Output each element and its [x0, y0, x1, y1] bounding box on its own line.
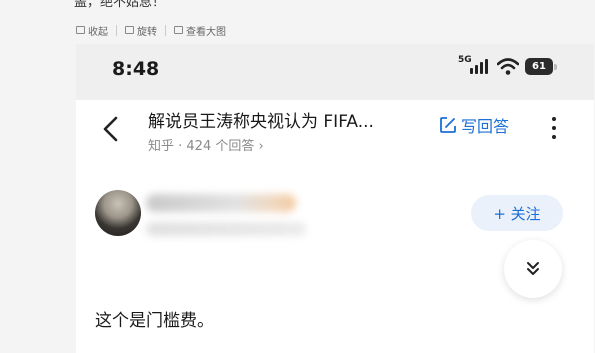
- collapse-icon: [76, 26, 85, 34]
- question-meta[interactable]: 知乎 · 424 个回答 ›: [148, 135, 264, 154]
- toolbar-divider: [165, 24, 166, 36]
- question-title[interactable]: 解说员王涛称央视认为 FIFA...: [148, 107, 374, 132]
- blurred-author-bio: [146, 222, 306, 236]
- collapse-label: 收起: [88, 26, 108, 38]
- image-icon: [174, 26, 183, 34]
- answer-text: 这个是门槛费。: [95, 311, 214, 331]
- follow-button[interactable]: + 关注: [471, 195, 563, 231]
- expand-button[interactable]: [504, 240, 562, 298]
- image-toolbar: 收起 旋转 查看大图: [76, 22, 226, 38]
- write-answer-label: 写回答: [461, 117, 510, 136]
- collapse-button[interactable]: 收起: [76, 23, 108, 38]
- rotate-button[interactable]: 旋转: [125, 23, 157, 38]
- battery-indicator: 61: [525, 58, 557, 75]
- rotate-label: 旋转: [137, 26, 157, 38]
- rotate-icon: [125, 26, 134, 34]
- chevron-double-down-icon: [527, 262, 539, 275]
- avatar[interactable]: [95, 190, 141, 236]
- article-text-fragment: 盖，绝不姑息！: [74, 0, 166, 10]
- wifi-icon: [497, 58, 519, 75]
- write-answer-button[interactable]: 写回答: [439, 113, 509, 137]
- view-large-button[interactable]: 查看大图: [174, 23, 226, 38]
- toolbar-divider: [116, 24, 117, 36]
- question-header: 解说员王涛称央视认为 FIFA... 知乎 · 424 个回答 › 写回答: [76, 100, 594, 164]
- blurred-author-name: [146, 194, 296, 212]
- status-time: 8:48: [112, 58, 160, 80]
- more-icon[interactable]: [550, 116, 558, 140]
- view-large-label: 查看大图: [186, 26, 226, 38]
- signal-icon: [470, 58, 490, 74]
- status-bar: 8:48 5G 61: [76, 44, 594, 100]
- edit-icon: [440, 117, 456, 133]
- back-arrow-icon[interactable]: [98, 114, 124, 144]
- phone-screenshot: 8:48 5G 61 解说员王涛称央视认为 FIFA... 知乎 · 424 个…: [76, 44, 594, 353]
